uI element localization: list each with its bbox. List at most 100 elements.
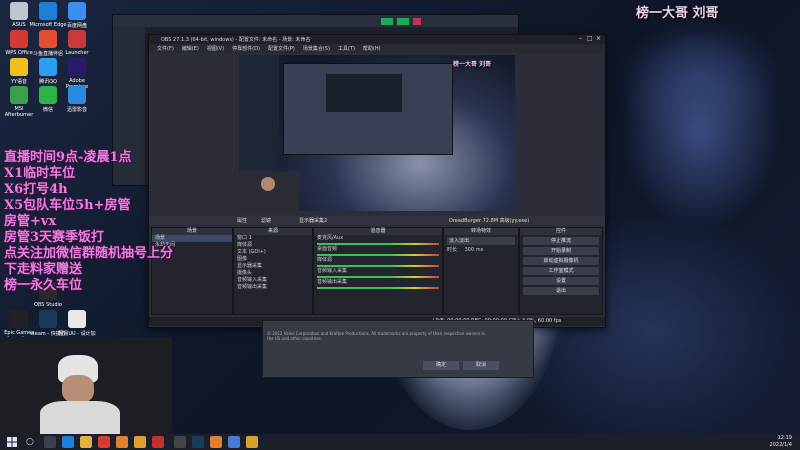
control-button[interactable]: 开始录制 (523, 247, 599, 255)
app-taskbar-icon-3[interactable] (152, 436, 164, 448)
app-taskbar-icon-6[interactable] (246, 436, 258, 448)
controls-list: 停止推流开始录制启动虚拟摄像机 工作室模式设置退出 (520, 237, 602, 295)
menu-item[interactable]: 工具(T) (338, 46, 355, 52)
transitions-dock: 转场特效 淡入淡出 时长 300 ms (443, 227, 519, 315)
dialog-cancel-button[interactable]: 取消 (463, 361, 499, 370)
app-icon (68, 58, 86, 76)
maximize-icon[interactable]: □ (587, 35, 593, 42)
wps-taskbar-icon[interactable] (98, 436, 110, 448)
menu-item[interactable]: 场景集合(S) (303, 46, 330, 52)
control-button[interactable]: 设置 (523, 277, 599, 285)
background-window-titlebar (113, 15, 518, 27)
menu-items: 文件(F) 编辑(E) 视图(V) 停靠部件(D) 配置文件(P) 场景集合(S) 工具(T… (149, 44, 605, 54)
preview-overlay-title: 榜一大哥 刘哥 (453, 61, 492, 68)
app-icon (68, 30, 86, 48)
source-item[interactable]: 窗口 1 (234, 235, 312, 242)
explorer-taskbar-icon[interactable] (80, 436, 92, 448)
taskbar-clock[interactable]: 12:19 2022/1/4 (770, 435, 792, 449)
stream-info-overlay: 直播时间9点-凌晨1点 X1临时车位 X6打号4h X5包队车位5h+房管 房管+vx 房… (4, 150, 173, 294)
preview-webcam (239, 171, 299, 211)
top-right-overlay: 榜一大哥 刘哥 (636, 6, 719, 21)
window-select[interactable]: DreadBurger 72.8M 高级(yy.exe) (449, 217, 529, 224)
menu-item[interactable]: 文件(F) (157, 46, 174, 52)
obs-window[interactable]: OBS 27.1.3 (64-bit, windows) - 配置文件: 未命名… (148, 34, 606, 328)
obs-titlebar[interactable]: OBS 27.1.3 (64-bit, windows) - 配置文件: 未命名… (149, 35, 605, 44)
app-taskbar-icon-2[interactable] (134, 436, 146, 448)
dialog-ok-button[interactable]: 确定 (423, 361, 459, 370)
duration-value[interactable]: 300 ms (465, 247, 484, 253)
mixer-track-label: 音频输出采集 (317, 279, 348, 285)
source-item[interactable]: 媒体源 (234, 242, 312, 249)
controls-header: 控件 (520, 228, 602, 235)
menu-item[interactable]: 停靠部件(D) (232, 46, 260, 52)
duration-label: 时长 (447, 247, 458, 253)
control-button[interactable]: 停止推流 (523, 237, 599, 245)
obs-preview[interactable]: 榜一大哥 刘哥 (239, 55, 515, 211)
overlay-line: 下走料家赠送 (4, 262, 83, 277)
source-item[interactable]: 摄像头 (234, 270, 312, 277)
minimize-icon[interactable]: – (579, 35, 582, 42)
webcam-face (62, 375, 94, 403)
menu-item[interactable]: 视图(V) (207, 46, 224, 52)
preview-nested-obs (283, 63, 453, 155)
sources-list: 窗口 1 媒体源 文本 (GDI+) 图像 显示器采集 摄像头 音频输入采集 音频输出采集 (234, 235, 312, 291)
desktop-icon-label: OBS Studio (34, 302, 62, 308)
app-taskbar-icon-1[interactable] (116, 436, 128, 448)
menu-item[interactable]: 编辑(E) (182, 46, 199, 52)
control-button[interactable]: 退出 (523, 287, 599, 295)
source-item[interactable]: 音频输出采集 (234, 284, 312, 291)
sources-dock: 来源 窗口 1 媒体源 文本 (GDI+) 图像 显示器采集 摄像头 音频输入采集 音频输出采… (233, 227, 313, 315)
source-item[interactable]: 显示器采集 (234, 263, 312, 270)
desktop-icon-label: Launcher (65, 50, 89, 56)
wallpaper-glow (620, 30, 780, 230)
taskbar: ○ 12:19 2022/1/4 (0, 434, 800, 450)
app-icon (39, 86, 57, 104)
control-button[interactable]: 工作室模式 (523, 267, 599, 275)
filters-button[interactable]: 滤镜 (261, 217, 271, 224)
volume-meter (317, 243, 439, 245)
overlay-line: X5包队车位5h+房管 (4, 198, 131, 213)
transition-select[interactable]: 淡入淡出 (447, 237, 515, 245)
volume-meter (317, 265, 439, 267)
transitions-header: 转场特效 (444, 228, 518, 235)
close-icon[interactable]: × (596, 35, 601, 42)
source-item[interactable]: 图像 (234, 256, 312, 263)
obs-menubar: 文件(F) 编辑(E) 视图(V) 停靠部件(D) 配置文件(P) 场景集合(S) 工具(T… (149, 44, 605, 53)
edge-taskbar-icon[interactable] (62, 436, 74, 448)
desktop-icon[interactable]: 迅雷影音 (58, 86, 96, 113)
app-icon (39, 2, 57, 20)
mixer-track-label: 麦克风/Aux (317, 235, 344, 241)
obs-taskbar-icon[interactable] (174, 436, 186, 448)
app-icon (10, 2, 28, 20)
search-icon[interactable]: ○ (26, 436, 38, 448)
sources-header: 来源 (234, 228, 312, 235)
duration-row: 时长 300 ms (444, 247, 518, 254)
source-item[interactable]: 音频输入采集 (234, 277, 312, 284)
overlay-line: 房管3天赛季饭打 (4, 230, 105, 245)
clock-time: 12:19 (777, 435, 792, 441)
start-icon[interactable] (6, 436, 18, 448)
menu-item[interactable]: 帮助(H) (363, 46, 381, 52)
preview-webcam-face (261, 177, 275, 191)
display-capture-select[interactable]: 显示器采集2 (299, 217, 327, 224)
source-item[interactable]: 文本 (GDI+) (234, 249, 312, 256)
app-icon (10, 58, 28, 76)
mixer-track-label: 音频输入采集 (317, 268, 348, 274)
task-view-icon[interactable] (44, 436, 56, 448)
control-button[interactable]: 启动虚拟摄像机 (523, 257, 599, 265)
desktop-icon[interactable]: 百度网盘 (58, 2, 96, 29)
steam-taskbar-icon[interactable] (192, 436, 204, 448)
app-taskbar-icon-5[interactable] (228, 436, 240, 448)
desktop-icon-label: 迅雷影音 (66, 107, 87, 113)
webcam-body (40, 401, 120, 434)
menu-item[interactable]: 配置文件(P) (268, 46, 295, 52)
desktop-icon[interactable]: Launcher (58, 30, 96, 56)
volume-meter (317, 287, 439, 289)
volume-meter (317, 254, 439, 256)
source-toolbar: 属性 滤镜 显示器采集2 DreadBurger 72.8M 高级(yy.exe… (149, 216, 605, 225)
preview-nested-preview (326, 74, 402, 112)
app-taskbar-icon-4[interactable] (210, 436, 222, 448)
properties-button[interactable]: 属性 (237, 217, 247, 224)
mixer-list: 麦克风/Aux 桌面音频 媒体源 音频输入采集 音频输出采集 (314, 235, 442, 289)
dialog-text: © 2012 Valve Corporation and Kraftee Pro… (267, 331, 486, 341)
